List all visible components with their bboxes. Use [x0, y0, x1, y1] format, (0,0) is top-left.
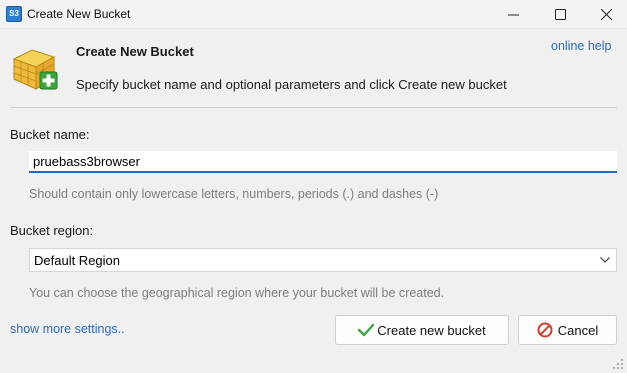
bucket-name-input[interactable]: [29, 151, 617, 173]
cancel-circle-icon: [537, 322, 553, 338]
online-help-link[interactable]: online help: [551, 39, 611, 53]
header-divider: [10, 107, 617, 108]
window-title: Create New Bucket: [27, 7, 131, 21]
bucket-region-hint: You can choose the geographical region w…: [29, 286, 445, 300]
app-icon: S3: [6, 6, 22, 22]
dialog-description: Specify bucket name and optional paramet…: [76, 77, 507, 92]
cancel-button[interactable]: Cancel: [518, 315, 617, 345]
dialog-title: Create New Bucket: [76, 44, 194, 59]
create-new-bucket-label: Create new bucket: [377, 322, 486, 338]
minimize-icon: [507, 14, 519, 15]
chevron-down-icon: [600, 257, 610, 263]
show-more-settings-link[interactable]: show more settings..: [10, 322, 125, 336]
bucket-region-select[interactable]: Default Region: [29, 248, 617, 272]
cancel-label: Cancel: [557, 322, 599, 338]
maximize-icon: [554, 8, 566, 20]
bucket-name-label: Bucket name:: [10, 127, 90, 142]
minimize-button[interactable]: [490, 0, 536, 28]
bucket-region-label: Bucket region:: [10, 223, 94, 238]
dialog-header: Create New Bucket Specify bucket name an…: [0, 29, 627, 107]
bucket-add-icon: [12, 49, 58, 90]
maximize-button[interactable]: [537, 0, 583, 28]
close-icon: [600, 8, 612, 20]
checkmark-icon: [358, 323, 375, 337]
create-new-bucket-button[interactable]: Create new bucket: [335, 315, 509, 345]
resize-grip-icon[interactable]: [611, 357, 625, 371]
bucket-region-value: Default Region: [34, 253, 120, 268]
title-bar[interactable]: S3 Create New Bucket: [0, 0, 627, 29]
bucket-name-hint: Should contain only lowercase letters, n…: [29, 187, 439, 201]
close-button[interactable]: [583, 0, 627, 28]
